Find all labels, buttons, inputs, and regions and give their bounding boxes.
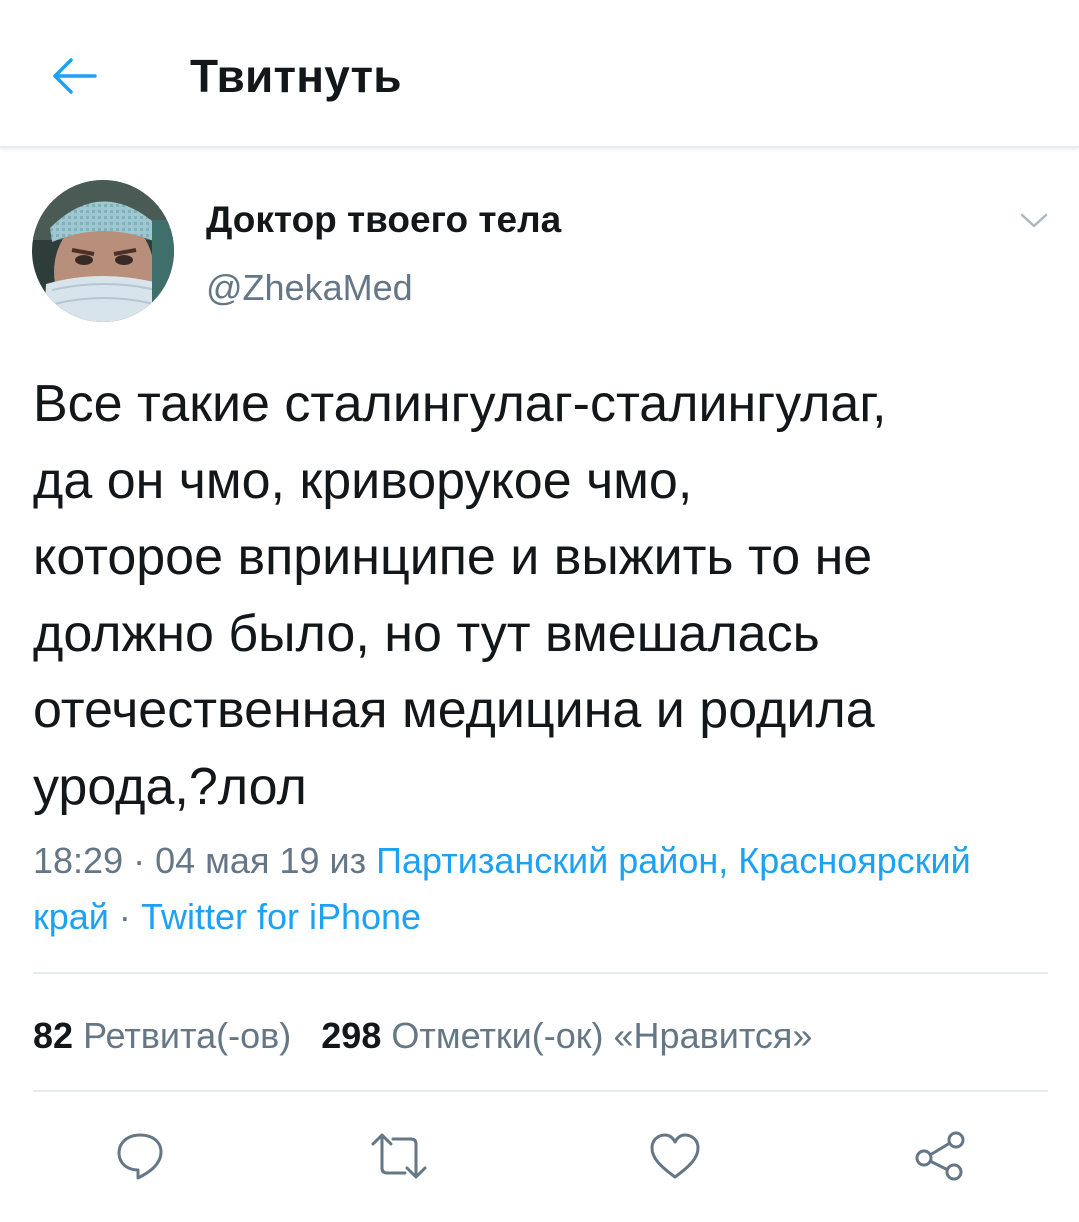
author-name[interactable]: Доктор твоего тела (206, 196, 561, 244)
likes-label: Отметки(-ок) «Нравится» (391, 1015, 813, 1056)
divider (33, 1090, 1048, 1092)
likes-count: 298 (321, 1015, 382, 1056)
tweet-options-button[interactable] (1014, 206, 1054, 236)
tweet-source-link[interactable]: Twitter for iPhone (141, 896, 421, 937)
back-button[interactable] (44, 48, 104, 104)
heart-icon (650, 1133, 700, 1179)
retweets-count: 82 (33, 1015, 74, 1056)
top-bar: Твитнуть (0, 0, 1079, 148)
action-bar (0, 1118, 1079, 1190)
retweet-button[interactable] (369, 1126, 429, 1186)
tweet-meta: 18:29 · 04 мая 19 из Партизанский район,… (33, 833, 1053, 945)
retweets-stat[interactable]: 82 Ретвита(-ов) (33, 1015, 291, 1056)
tweet-time: 18:29 (33, 840, 124, 881)
tweet-text: Все такие сталингулаг-сталингулаг, да он… (33, 375, 887, 816)
reply-icon (117, 1133, 163, 1180)
divider (33, 972, 1048, 974)
tweet-stats: 82 Ретвита(-ов) 298 Отметки(-ок) «Нравит… (33, 1008, 812, 1064)
retweet-icon (371, 1133, 427, 1179)
avatar[interactable] (32, 180, 174, 322)
chevron-down-icon (1020, 213, 1048, 228)
share-icon (915, 1131, 965, 1181)
like-button[interactable] (645, 1126, 705, 1186)
reply-button[interactable] (110, 1126, 170, 1186)
tweet-date: 04 мая 19 (155, 840, 320, 881)
retweets-label: Ретвита(-ов) (83, 1015, 292, 1056)
meta-separator: · (118, 896, 131, 937)
likes-stat[interactable]: 298 Отметки(-ок) «Нравится» (321, 1015, 812, 1056)
meta-separator: · (133, 840, 146, 881)
avatar-image (32, 180, 174, 322)
share-button[interactable] (910, 1126, 970, 1186)
from-word: из (329, 840, 367, 881)
author-handle[interactable]: @ZhekaMed (206, 264, 413, 312)
page-title: Твитнуть (190, 50, 402, 102)
arrow-left-icon (53, 58, 97, 94)
